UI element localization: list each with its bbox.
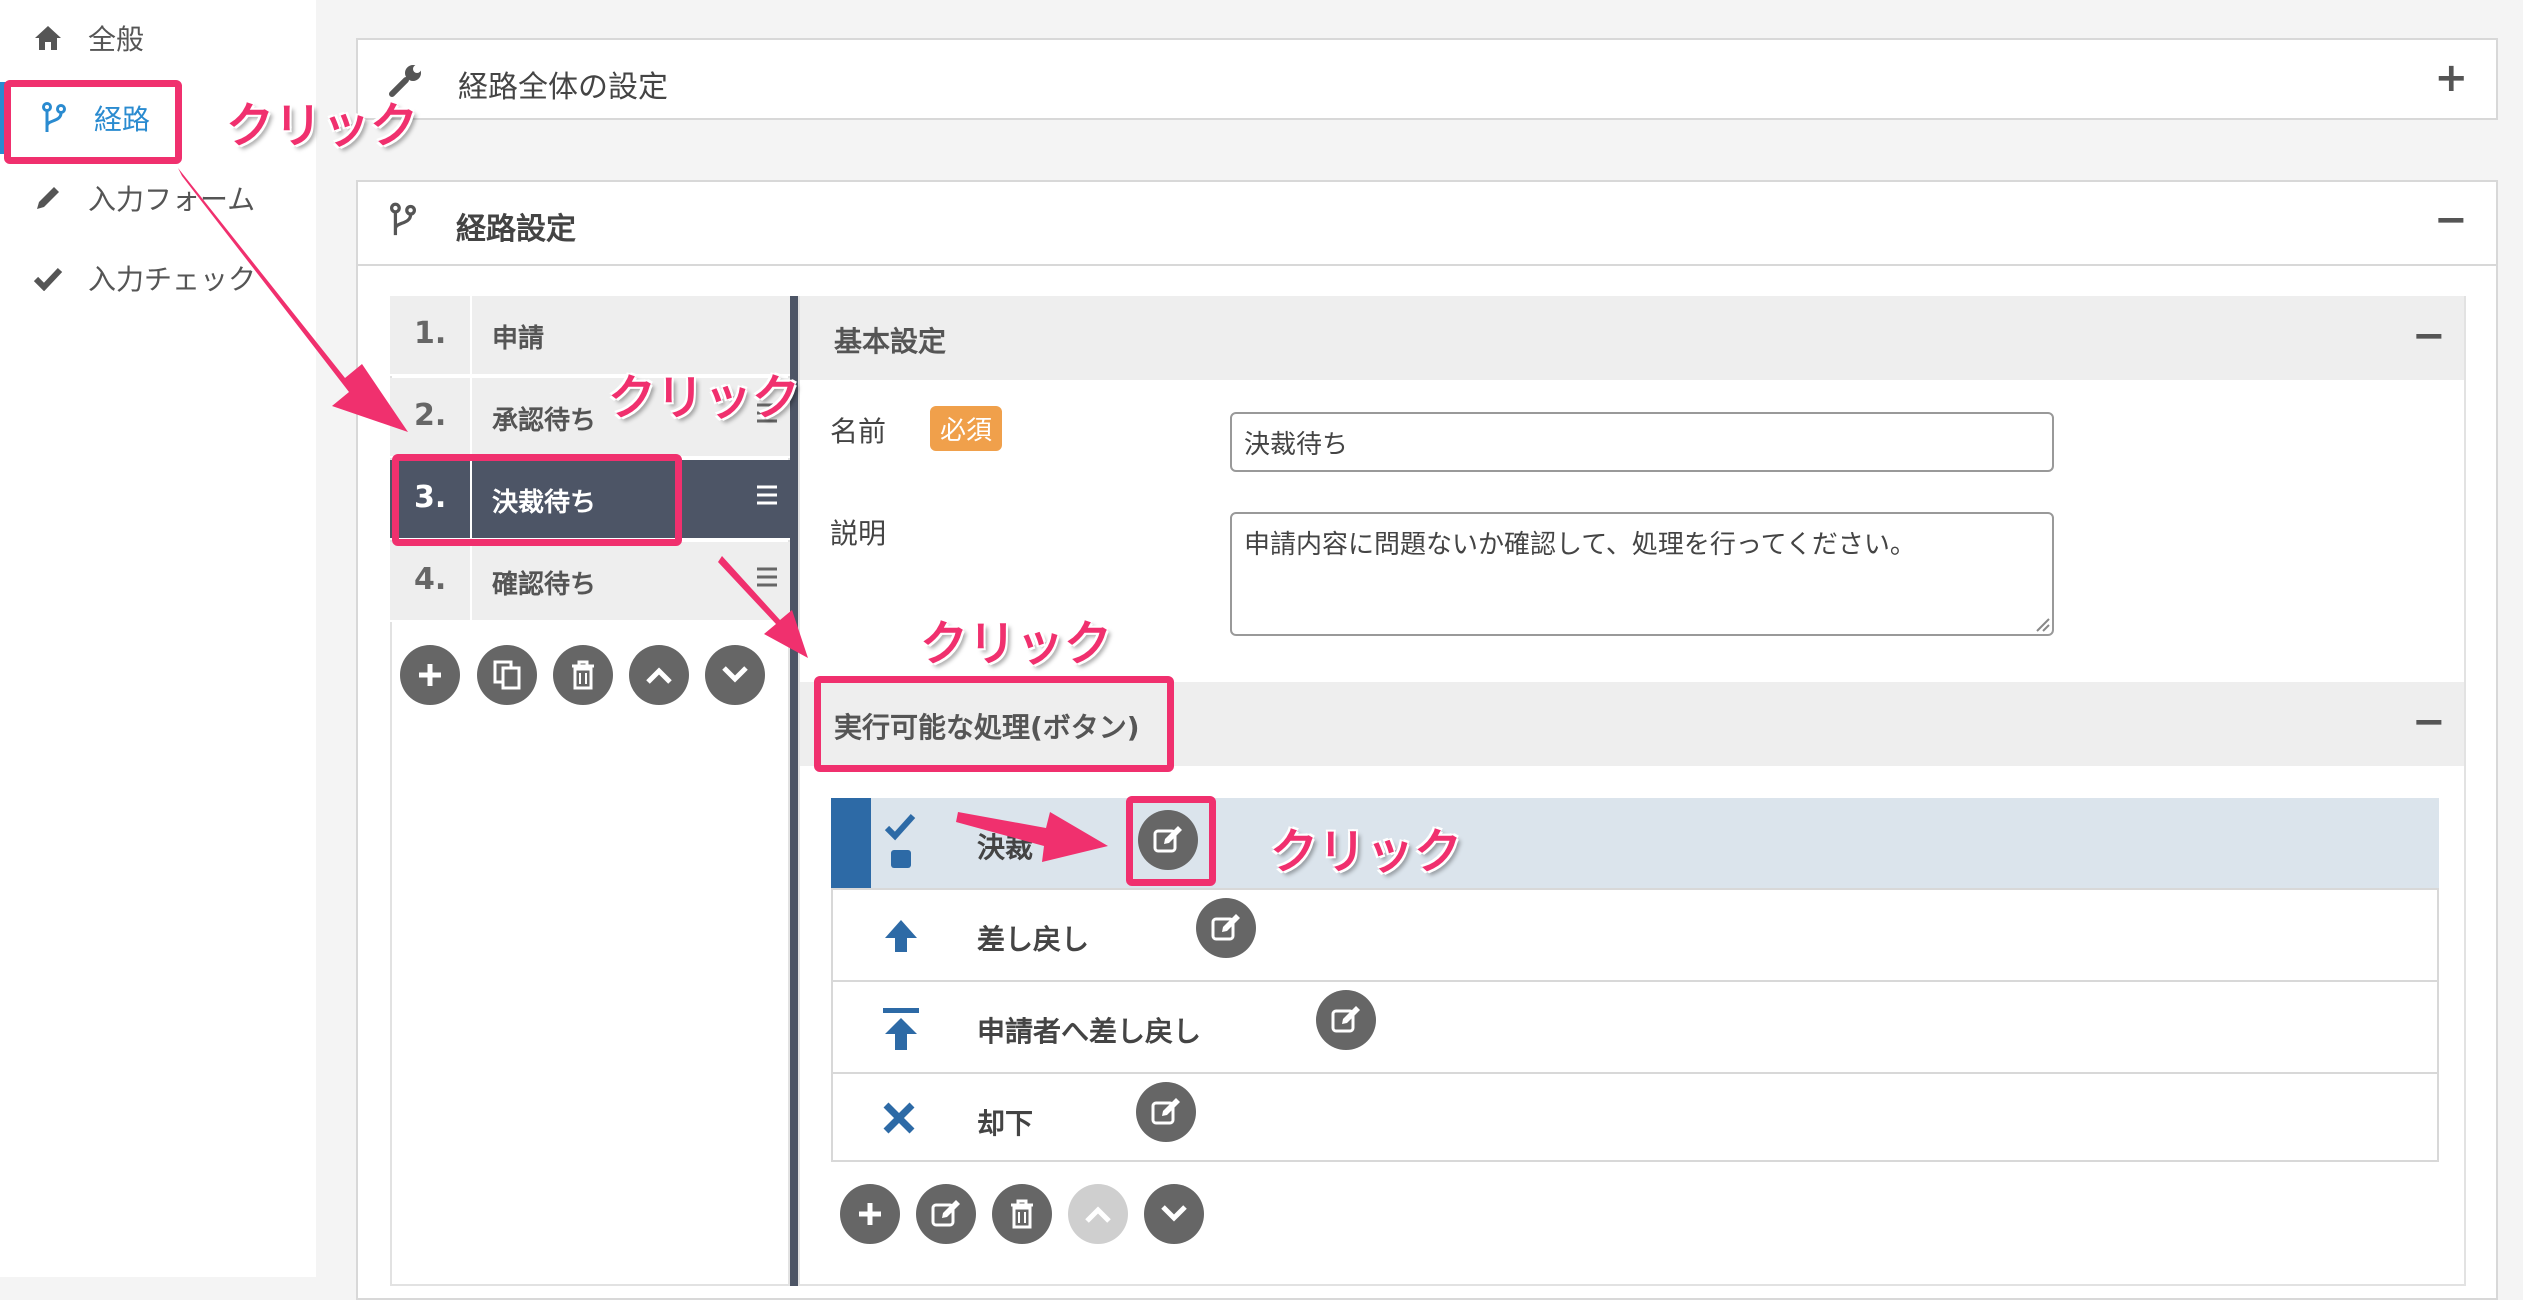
click-annotation: クリック (1270, 824, 1463, 880)
click-annotation: クリック (920, 616, 1113, 672)
arrow-shape (178, 168, 408, 432)
arrow-shape (956, 812, 1108, 862)
arrow-shape (718, 556, 808, 658)
annotation-arrows (178, 168, 1108, 862)
click-annotation: クリック (608, 370, 801, 426)
click-annotation: クリック (226, 98, 419, 154)
